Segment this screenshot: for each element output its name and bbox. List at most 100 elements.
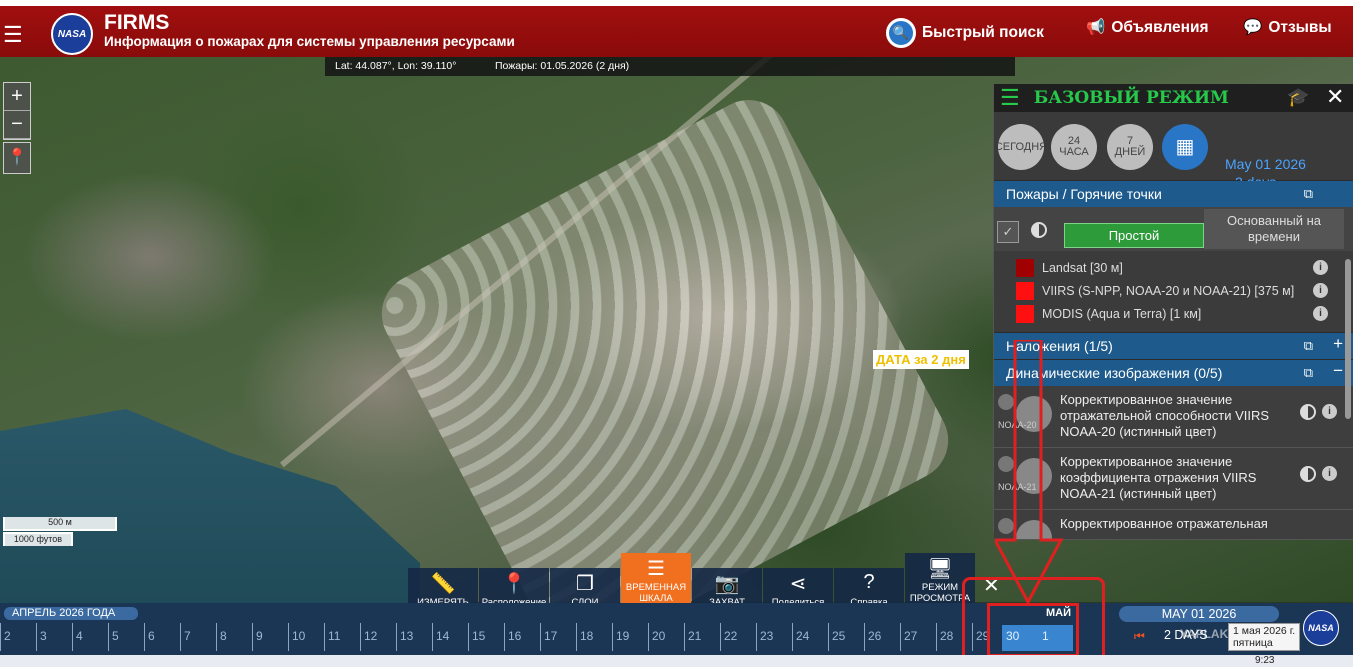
info-icon[interactable]: i xyxy=(1313,283,1328,298)
panel-title: БАЗОВЫЙ РЕЖИМ xyxy=(1033,88,1229,108)
panel-close-icon[interactable]: ✕ xyxy=(1326,84,1344,110)
timeline-day[interactable]: 7 xyxy=(180,623,216,651)
sliders-icon: ☰ xyxy=(647,558,665,580)
timeline-bar[interactable]: АПРЕЛЬ 2026 ГОДА 2 3 4 5 6 7 8 9 10 11 12 13 14 15 16 1… xyxy=(0,603,1353,655)
nasa-logo[interactable]: NASA xyxy=(51,13,93,55)
check-icon[interactable]: ✓ xyxy=(997,221,1019,243)
info-icon[interactable]: i xyxy=(1313,306,1328,321)
timeline-day[interactable]: 15 xyxy=(468,623,504,651)
simple-mode-button[interactable]: Простой xyxy=(1064,223,1204,248)
layer-landsat[interactable]: Landsat [30 м] i xyxy=(994,257,1353,280)
search-icon: 🔍 xyxy=(886,18,916,48)
bottom-toolbar: 📏 ИЗМЕРЯТЬ 📍 Расположение ❐ СЛОИ ☰ ВРЕМЕ… xyxy=(408,553,976,625)
layer-modis[interactable]: MODIS (Aqua и Terra) [1 км] i xyxy=(994,303,1353,326)
today-button[interactable]: СЕГОДНЯ xyxy=(998,124,1044,170)
dynamic-layer-label: Корректированное значение отражательной … xyxy=(1060,392,1270,439)
timeline-day[interactable]: 5 xyxy=(108,623,144,651)
opacity-icon[interactable] xyxy=(1300,404,1316,420)
announcements-label: Объявления xyxy=(1111,18,1209,36)
timeline-day[interactable]: 9 xyxy=(252,623,288,651)
rewind-icon[interactable]: ⏮ xyxy=(1134,629,1145,644)
layer-label: Landsat [30 м] xyxy=(1042,261,1123,275)
quick-search-button[interactable]: 🔍 Быстрый поиск xyxy=(886,18,1044,48)
timeline-day[interactable]: 26 xyxy=(864,623,900,651)
timeline-day[interactable]: 27 xyxy=(900,623,936,651)
layer-swatch xyxy=(1016,305,1034,323)
info-icon[interactable]: i xyxy=(1313,260,1328,275)
panel-menu-icon[interactable]: ☰ xyxy=(1000,85,1020,111)
red-highlight-inner xyxy=(987,603,1079,657)
popout-icon[interactable]: ⧉ xyxy=(1304,365,1313,381)
layers-icon: ❐ xyxy=(576,573,594,595)
zoom-in-button[interactable]: + xyxy=(4,83,30,111)
tooltip-date: 1 мая 2026 г. xyxy=(1233,625,1296,637)
timeline-day[interactable]: 17 xyxy=(540,623,576,651)
announcements-button[interactable]: 📢 Объявления xyxy=(1086,18,1209,37)
location-pin-icon[interactable]: 📍 xyxy=(3,142,31,174)
feedback-button[interactable]: 💬 Отзывы xyxy=(1243,18,1332,37)
sea-area xyxy=(0,409,420,607)
feedback-label: Отзывы xyxy=(1268,18,1332,36)
megaphone-icon: 📢 xyxy=(1086,19,1106,36)
latlon-readout: Lat: 44.087°, Lon: 39.110° xyxy=(335,60,457,72)
timeline-day[interactable]: 22 xyxy=(720,623,756,651)
layer-swatch xyxy=(1016,259,1034,277)
layer-viirs[interactable]: VIIRS (S-NPP, NOAA-20 и NOAA-21) [375 м]… xyxy=(994,280,1353,303)
24h-unit: ЧАСА xyxy=(1059,146,1089,158)
timeline-day[interactable]: 12 xyxy=(360,623,396,651)
24h-button[interactable]: 24 ЧАСА xyxy=(1051,124,1097,170)
timeline-day[interactable]: 3 xyxy=(36,623,72,651)
timeline-day[interactable]: 10 xyxy=(288,623,324,651)
timeline-day[interactable]: 20 xyxy=(648,623,684,651)
timeline-day[interactable]: 2 xyxy=(0,623,36,651)
graduation-cap-icon[interactable]: 🎓 xyxy=(1287,87,1309,108)
nasa-logo-small: NASA xyxy=(1303,610,1339,646)
expand-plus-icon[interactable]: + xyxy=(1333,334,1343,354)
opacity-icon[interactable] xyxy=(1300,466,1316,482)
camera-icon: 📷 xyxy=(714,573,740,595)
timeline-day-track[interactable]: 2 3 4 5 6 7 8 9 10 11 12 13 14 15 16 17 18 19 20 21 22 23 24 25… xyxy=(0,623,1008,651)
menu-icon[interactable]: ☰ xyxy=(3,22,23,48)
timeline-day[interactable]: 11 xyxy=(324,623,360,651)
timeline-day[interactable]: 16 xyxy=(504,623,540,651)
timeline-day[interactable]: 24 xyxy=(792,623,828,651)
date-tooltip: 1 мая 2026 г. пятница xyxy=(1228,623,1301,651)
timeline-date[interactable]: MAY 01 2026 xyxy=(1119,606,1279,622)
timeline-day[interactable]: 21 xyxy=(684,623,720,651)
timeline-label: ВРЕМЕННАЯ ШКАЛА xyxy=(625,582,687,604)
quick-date-row: СЕГОДНЯ 24 ЧАСА 7 ДНЕЙ ▦ May 01 2026 2 d… xyxy=(994,112,1353,191)
timeline-button[interactable]: ☰ ВРЕМЕННАЯ ШКАЛА xyxy=(621,553,691,610)
7d-button[interactable]: 7 ДНЕЙ xyxy=(1107,124,1153,170)
scale-metric: 500 м xyxy=(3,517,117,531)
time-mode-button[interactable]: Основанный на времени xyxy=(1204,209,1344,249)
fire-layer-list: Landsat [30 м] i VIIRS (S-NPP, NOAA-20 и… xyxy=(994,251,1353,332)
popout-icon[interactable]: ⧉ xyxy=(1304,186,1313,202)
calendar-icon[interactable]: ▦ xyxy=(1162,124,1208,170)
popout-icon[interactable]: ⧉ xyxy=(1304,338,1313,354)
timeline-day[interactable]: 4 xyxy=(72,623,108,651)
timeline-day[interactable]: 8 xyxy=(216,623,252,651)
ruler-icon: 📏 xyxy=(430,573,456,595)
collapse-minus-icon[interactable]: − xyxy=(1333,361,1343,381)
fires-section-header[interactable]: Пожары / Горячие точки ⧉ xyxy=(994,181,1353,207)
opacity-icon[interactable] xyxy=(1031,222,1047,238)
timeline-day[interactable]: 25 xyxy=(828,623,864,651)
timeline-day[interactable]: 18 xyxy=(576,623,612,651)
fires-date-readout: Пожары: 01.05.2026 (2 дня) xyxy=(495,60,630,72)
zoom-out-button[interactable]: − xyxy=(4,111,30,139)
timeline-month-label: АПРЕЛЬ 2026 ГОДА xyxy=(4,607,138,620)
info-icon[interactable]: i xyxy=(1322,404,1337,419)
panel-date: May 01 2026 xyxy=(1225,156,1306,172)
panel-scrollbar[interactable] xyxy=(1345,259,1351,419)
red-arrow-annotation xyxy=(995,340,1064,606)
layer-label: VIIRS (S-NPP, NOAA-20 и NOAA-21) [375 м] xyxy=(1042,284,1295,298)
panel-header: ☰ БАЗОВЫЙ РЕЖИМ 🎓 ✕ xyxy=(994,84,1353,112)
timeline-day[interactable]: 19 xyxy=(612,623,648,651)
timeline-day[interactable]: 14 xyxy=(432,623,468,651)
timeline-day[interactable]: 23 xyxy=(756,623,792,651)
info-icon[interactable]: i xyxy=(1322,466,1337,481)
timeline-day[interactable]: 6 xyxy=(144,623,180,651)
fires-section-title: Пожары / Горячие точки xyxy=(1006,186,1162,202)
app-subtitle: Информация о пожарах для системы управле… xyxy=(104,34,515,49)
timeline-day[interactable]: 13 xyxy=(396,623,432,651)
